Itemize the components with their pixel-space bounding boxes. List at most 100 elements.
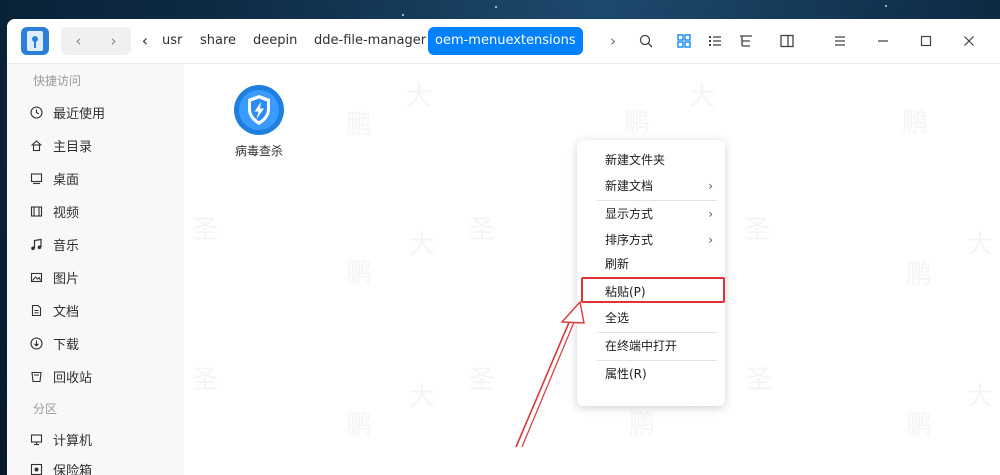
tree-view-button[interactable] [732, 27, 760, 55]
chevron-right-icon: › [708, 207, 713, 221]
sidebar-item-recent[interactable]: 最近使用 [29, 98, 179, 126]
file-manager-window: ‹ › ‹ usr share deepin dde-file-manager … [7, 19, 1000, 475]
close-button[interactable] [955, 27, 983, 55]
watermark-glyph: 鹏 [346, 104, 372, 141]
watermark-glyph: 圣 [192, 359, 218, 396]
trash-icon [29, 369, 43, 383]
sidebar-item-documents[interactable]: 文档 [29, 296, 179, 324]
menu-item-label: 显示方式 [605, 207, 654, 221]
sidebar-item-label: 桌面 [53, 172, 80, 188]
music-icon [29, 237, 43, 251]
menu-item-open-in-terminal[interactable]: 在终端中打开 [577, 333, 725, 359]
grid-view-icon [677, 34, 691, 48]
image-icon [29, 270, 43, 284]
watermark-glyph: 鹏 [902, 102, 928, 139]
sidebar-item-label: 主目录 [53, 139, 93, 155]
search-icon [639, 34, 653, 48]
watermark-glyph: 大 [409, 376, 435, 413]
breadcrumb-scroll-right-button[interactable]: › [603, 27, 623, 55]
breadcrumb-dde-file-manager[interactable]: dde-file-manager [307, 27, 433, 55]
watermark-glyph: 圣 [469, 359, 495, 396]
file-manager-app-icon [21, 27, 49, 55]
sidebar-item-downloads[interactable]: 下载 [29, 329, 179, 357]
sidebar-item-label: 下载 [53, 337, 80, 353]
breadcrumb-share[interactable]: share [193, 27, 243, 55]
breadcrumb-deepin[interactable]: deepin [246, 27, 304, 55]
watermark-glyph: 鹏 [906, 254, 932, 291]
watermark-glyph: 圣 [469, 209, 495, 246]
download-icon [29, 336, 43, 350]
menu-item-select-all[interactable]: 全选 [577, 305, 725, 331]
menu-item-display-mode[interactable]: 显示方式 › [577, 201, 725, 227]
sidebar-item-pictures[interactable]: 图片 [29, 263, 179, 291]
side-panel-icon [780, 34, 794, 48]
sidebar-item-label: 保险箱 [53, 463, 93, 475]
sidebar-section-quick-access: 快捷访问 [33, 74, 82, 88]
desktop-icon [29, 171, 43, 185]
watermark-glyph: 大 [406, 76, 432, 113]
watermark-glyph: 鹏 [906, 404, 932, 441]
sidebar-item-desktop[interactable]: 桌面 [29, 164, 179, 192]
forward-button[interactable]: › [96, 27, 131, 55]
watermark-glyph: 大 [689, 76, 715, 113]
sidebar-item-label: 图片 [53, 271, 80, 287]
file-item-label: 病毒查杀 [234, 144, 283, 158]
watermark-glyph: 鹏 [346, 404, 372, 441]
menu-item-label: 属性(R) [605, 367, 647, 381]
menu-item-label: 新建文档 [605, 179, 654, 193]
menu-item-label: 全选 [605, 311, 630, 325]
chevron-right-icon: › [708, 233, 713, 247]
antivirus-shield-icon [234, 85, 284, 135]
sidebar-item-computer[interactable]: 计算机 [29, 425, 179, 453]
sidebar-item-label: 计算机 [53, 433, 93, 449]
breadcrumb-oem-menuextensions[interactable]: oem-menuextensions [428, 27, 583, 55]
home-icon [29, 138, 43, 152]
menu-item-label: 排序方式 [605, 233, 654, 247]
file-item-antivirus[interactable]: 病毒查杀 [224, 84, 294, 159]
computer-icon [29, 432, 43, 446]
sidebar-item-trash[interactable]: 回收站 [29, 362, 179, 390]
sidebar-item-label: 视频 [53, 205, 80, 221]
menu-item-refresh[interactable]: 刷新 [577, 251, 725, 277]
minimize-button[interactable] [869, 27, 897, 55]
history-nav: ‹ › [61, 27, 131, 55]
sidebar-item-label: 文档 [53, 304, 80, 320]
menu-item-label: 刷新 [605, 257, 630, 271]
menu-item-new-folder[interactable]: 新建文件夹 [577, 147, 725, 173]
safe-icon [29, 462, 43, 475]
background-star [495, 6, 497, 8]
watermark-glyph: 圣 [746, 359, 772, 396]
sidebar-item-video[interactable]: 视频 [29, 197, 179, 225]
hamburger-menu-icon [835, 36, 845, 46]
list-view-button[interactable] [701, 27, 729, 55]
sidebar-item-label: 音乐 [53, 238, 80, 254]
sidebar-item-music[interactable]: 音乐 [29, 230, 179, 258]
icon-view-button[interactable] [670, 27, 698, 55]
sidebar: 快捷访问 最近使用 主目录 桌面 视频 音乐 图片 文档 下载 回收站 分区 计… [7, 64, 184, 475]
detail-panel-button[interactable] [773, 27, 801, 55]
titlebar: ‹ › ‹ usr share deepin dde-file-manager … [7, 19, 1000, 64]
maximize-button[interactable] [912, 27, 940, 55]
annotation-highlight-box [581, 277, 725, 303]
menu-item-sort-by[interactable]: 排序方式 › [577, 227, 725, 253]
watermark-glyph: 鹏 [624, 102, 650, 139]
sidebar-item-home[interactable]: 主目录 [29, 131, 179, 159]
breadcrumb-scroll-left-button[interactable]: ‹ [135, 27, 155, 55]
background-star [402, 14, 404, 16]
watermark-glyph: 大 [967, 224, 993, 261]
close-icon [964, 36, 974, 46]
watermark-glyph: 大 [409, 224, 435, 261]
back-button[interactable]: ‹ [61, 27, 96, 55]
search-button[interactable] [632, 27, 660, 55]
minimize-icon [878, 40, 888, 42]
list-view-icon [709, 36, 721, 46]
sidebar-item-safe[interactable]: 保险箱 [29, 455, 179, 475]
sidebar-item-label: 最近使用 [53, 106, 106, 122]
menu-item-new-document[interactable]: 新建文档 › [577, 173, 725, 199]
watermark-glyph: 圣 [192, 209, 218, 246]
maximize-icon [920, 35, 932, 47]
menu-item-properties[interactable]: 属性(R) [577, 361, 725, 387]
breadcrumb-usr[interactable]: usr [155, 27, 189, 55]
clock-icon [29, 105, 43, 119]
main-menu-button[interactable] [826, 27, 854, 55]
